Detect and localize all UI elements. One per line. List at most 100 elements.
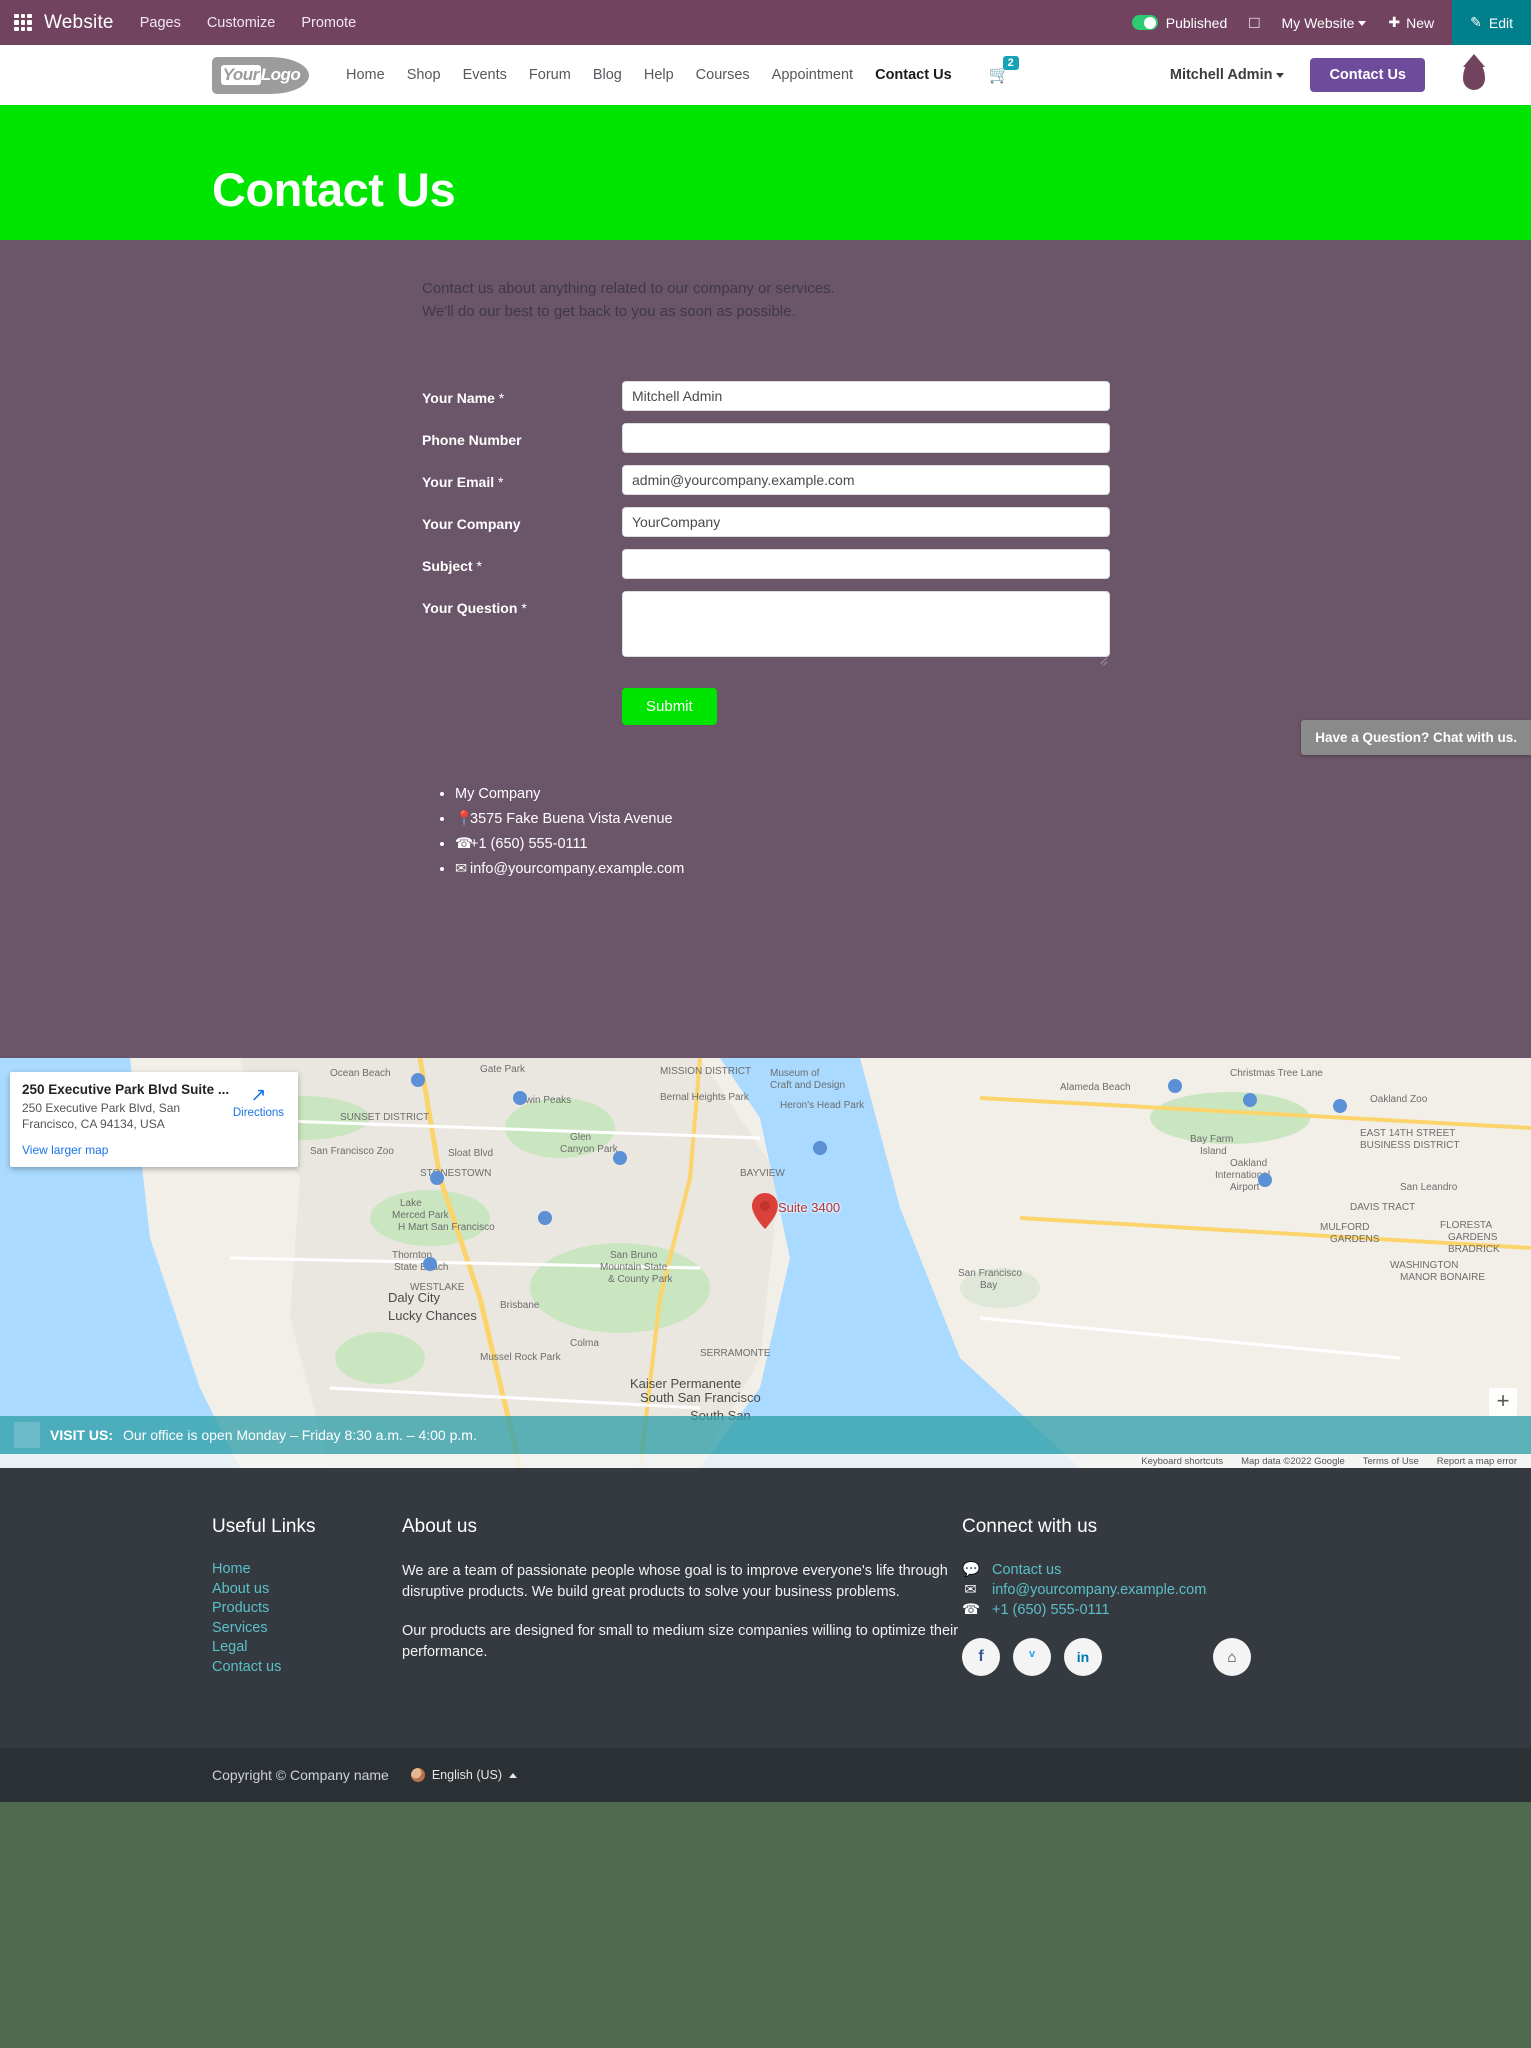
envelope-icon: ✉ — [964, 1582, 977, 1598]
label-your-name: Your Name * — [422, 381, 622, 406]
required-mark: * — [476, 558, 482, 574]
twitter-icon[interactable]: ᵛ — [1013, 1638, 1051, 1676]
svg-text:Brisbane: Brisbane — [500, 1300, 540, 1311]
intro-text: Contact us about anything related to our… — [422, 278, 1531, 323]
map-pin-icon: 📍 — [455, 810, 474, 827]
svg-text:MULFORD: MULFORD — [1320, 1222, 1369, 1233]
new-button[interactable]: ✚ New — [1388, 14, 1452, 31]
your-company-input[interactable] — [622, 507, 1110, 537]
facebook-icon[interactable]: f — [962, 1638, 1000, 1676]
linkedin-icon[interactable]: in — [1064, 1638, 1102, 1676]
contact-phone: ☎+1 (650) 555-0111 — [455, 835, 1531, 854]
edit-button-label: Edit — [1488, 14, 1513, 31]
user-menu[interactable]: Mitchell Admin — [1170, 67, 1285, 83]
svg-text:EAST 14TH STREET: EAST 14TH STREET — [1360, 1128, 1455, 1139]
svg-text:WASHINGTON: WASHINGTON — [1390, 1260, 1458, 1271]
connect-phone-link[interactable]: +1 (650) 555-0111 — [992, 1602, 1110, 1618]
connect-row-contact: 💬 Contact us — [962, 1561, 1302, 1579]
footer-link-products[interactable]: Products — [212, 1600, 402, 1616]
your-name-input[interactable] — [622, 381, 1110, 411]
directions-button[interactable]: ↗ Directions — [233, 1084, 284, 1119]
label-text: Your Question — [422, 600, 518, 616]
chevron-down-icon — [1276, 72, 1285, 78]
connect-email-link[interactable]: info@yourcompany.example.com — [992, 1582, 1206, 1598]
odoo-menu-pages[interactable]: Pages — [140, 15, 181, 31]
map-report-error[interactable]: Report a map error — [1437, 1456, 1517, 1467]
subject-input[interactable] — [622, 549, 1110, 579]
form-row-question: Your Question * — [422, 591, 1531, 662]
map-marker-icon[interactable] — [752, 1193, 778, 1229]
edit-button[interactable]: ✎ Edit — [1452, 0, 1531, 45]
label-text: Your Name — [422, 390, 495, 406]
map-zoom-in-button[interactable]: + — [1489, 1388, 1517, 1416]
footer-link-legal[interactable]: Legal — [212, 1639, 402, 1655]
new-button-label: New — [1406, 14, 1435, 31]
svg-text:Gate Park: Gate Park — [480, 1064, 526, 1075]
footer-link-services[interactable]: Services — [212, 1620, 402, 1636]
label-your-company: Your Company — [422, 507, 622, 532]
svg-text:Bay: Bay — [980, 1280, 997, 1291]
globe-icon — [410, 1768, 425, 1782]
map-attribution: Keyboard shortcuts Map data ©2022 Google… — [0, 1454, 1531, 1468]
footer-about-us: About us We are a team of passionate peo… — [402, 1516, 962, 1678]
apps-grid-icon[interactable] — [14, 13, 32, 32]
nav-item-blog[interactable]: Blog — [582, 67, 633, 83]
user-menu-label: Mitchell Admin — [1169, 67, 1273, 83]
svg-text:Bernal Heights Park: Bernal Heights Park — [660, 1092, 750, 1103]
nav-item-events[interactable]: Events — [452, 67, 518, 83]
odoo-menu-customize[interactable]: Customize — [207, 15, 276, 31]
connect-contact-us-link[interactable]: Contact us — [992, 1562, 1061, 1578]
svg-text:Colma: Colma — [570, 1338, 599, 1349]
nav-item-courses[interactable]: Courses — [685, 67, 761, 83]
footer-link-about-us[interactable]: About us — [212, 1581, 402, 1597]
nav-item-shop[interactable]: Shop — [396, 67, 452, 83]
contact-us-cta-button[interactable]: Contact Us — [1310, 58, 1425, 92]
contact-form: Your Name * Phone Number Your Email * Yo… — [422, 381, 1531, 725]
cart-button[interactable]: 🛒 2 — [989, 56, 1019, 85]
language-selector[interactable]: English (US) — [410, 1768, 518, 1782]
svg-text:Lucky Chances: Lucky Chances — [388, 1308, 477, 1323]
home-icon[interactable]: ⌂ — [1213, 1638, 1251, 1676]
nav-links: Home Shop Events Forum Blog Help Courses… — [335, 67, 963, 83]
phone-number-input[interactable] — [622, 423, 1110, 453]
footer-link-home[interactable]: Home — [212, 1561, 402, 1577]
about-us-paragraph-1: We are a team of passionate people whose… — [402, 1563, 948, 1601]
mobile-preview-icon[interactable]: □ — [1249, 13, 1259, 33]
label-your-email: Your Email * — [422, 465, 622, 490]
nav-item-home[interactable]: Home — [335, 67, 396, 83]
footer-link-contact-us[interactable]: Contact us — [212, 1659, 402, 1675]
label-text: Phone Number — [422, 432, 522, 448]
odoo-menu: Pages Customize Promote — [140, 15, 356, 31]
nav-item-contact-us[interactable]: Contact Us — [864, 67, 963, 83]
map-terms-of-use[interactable]: Terms of Use — [1363, 1456, 1419, 1467]
site-logo[interactable]: Your Logo — [212, 56, 309, 94]
visit-us-text: Our office is open Monday – Friday 8:30 … — [123, 1427, 477, 1443]
svg-text:& County Park: & County Park — [608, 1274, 673, 1285]
cart-count-badge: 2 — [1002, 56, 1019, 70]
website-selector[interactable]: My Website — [1282, 15, 1367, 31]
pencil-icon: ✎ — [1470, 14, 1482, 30]
your-email-input[interactable] — [622, 465, 1110, 495]
form-row-name: Your Name * — [422, 381, 1531, 411]
required-mark: * — [497, 474, 504, 490]
svg-text:Island: Island — [1200, 1146, 1227, 1157]
svg-text:BAYVIEW: BAYVIEW — [740, 1168, 785, 1179]
odoo-app-title[interactable]: Website — [44, 12, 114, 34]
question-textarea-wrap — [622, 591, 1110, 662]
nav-item-appointment[interactable]: Appointment — [761, 67, 864, 83]
main-content: Contact us about anything related to our… — [0, 240, 1531, 1058]
svg-text:San Francisco: San Francisco — [958, 1268, 1022, 1279]
chat-widget-button[interactable]: Have a Question? Chat with us. — [1301, 720, 1531, 755]
google-map[interactable]: Ocean Beach Gate Park MISSION DISTRICT M… — [0, 1058, 1531, 1468]
map-keyboard-shortcuts[interactable]: Keyboard shortcuts — [1141, 1456, 1223, 1467]
odoo-menu-promote[interactable]: Promote — [301, 15, 356, 31]
view-larger-map-link[interactable]: View larger map — [22, 1143, 286, 1157]
nav-item-help[interactable]: Help — [633, 67, 685, 83]
submit-button[interactable]: Submit — [622, 688, 717, 725]
published-switch-icon[interactable] — [1131, 15, 1158, 30]
your-question-textarea[interactable] — [622, 591, 1110, 657]
nav-item-forum[interactable]: Forum — [518, 67, 582, 83]
page-hero: Contact Us — [0, 105, 1531, 240]
published-toggle[interactable]: Published — [1131, 15, 1227, 31]
contact-company: My Company — [455, 785, 1531, 804]
